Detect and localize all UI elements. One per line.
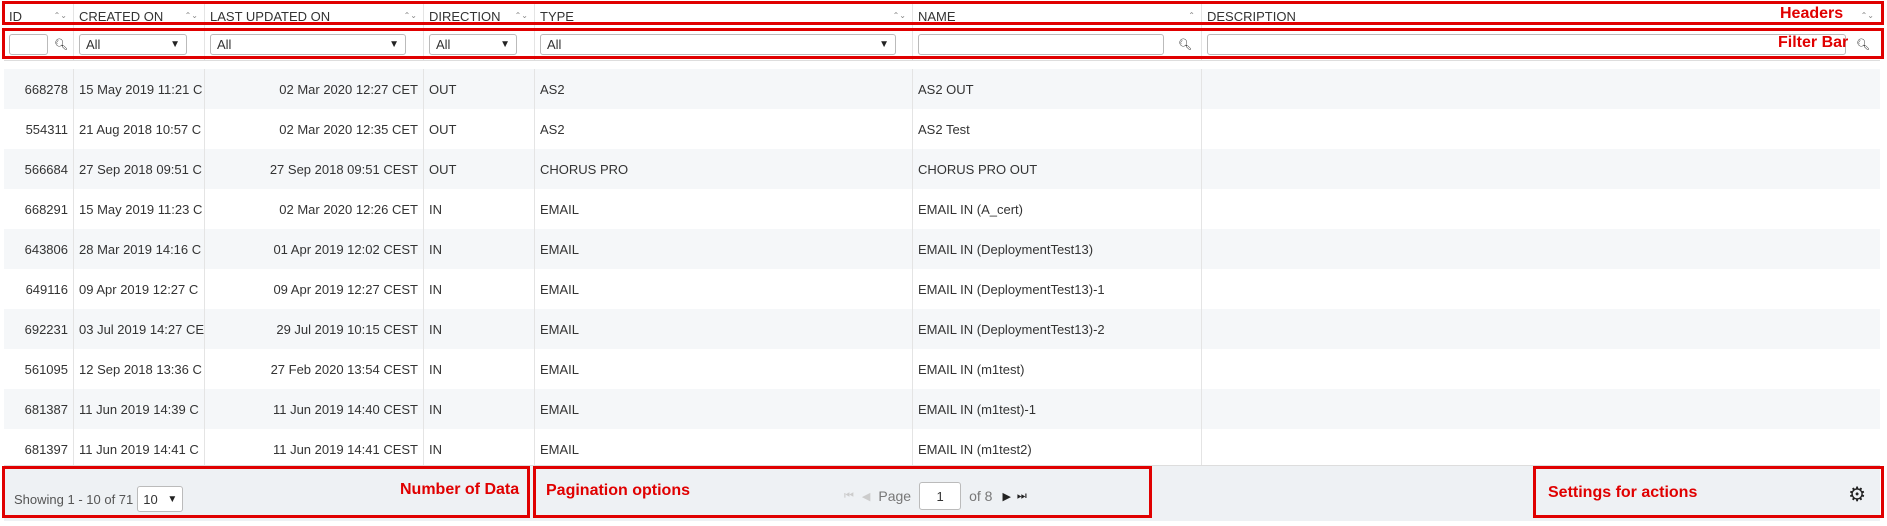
table-row[interactable]: 681387 11 Jun 2019 14:39 C 11 Jun 2019 1… [4,389,1880,429]
table-row[interactable]: 554311 21 Aug 2018 10:57 C 02 Mar 2020 1… [4,109,1880,149]
cell-direction: IN [424,389,535,429]
cell-name: AS2 Test [913,109,1202,149]
cell-id: 668278 [4,69,74,109]
cell-direction: IN [424,349,535,389]
cell-description [1202,269,1880,309]
cell-type: EMAIL [535,269,913,309]
table-row[interactable]: 681397 11 Jun 2019 14:41 C 11 Jun 2019 1… [4,429,1880,469]
cell-last-updated-on: 11 Jun 2019 14:41 CEST [205,429,424,469]
cell-type: EMAIL [535,189,913,229]
cell-id: 566684 [4,149,74,189]
cell-description [1202,109,1880,149]
data-grid: ID ⌃⌄ CREATED ON ⌃⌄ LAST UPDATED ON ⌃⌄ DIRE… [4,4,1880,469]
table-body: 668278 15 May 2019 11:21 C 02 Mar 2020 1… [4,60,1880,469]
cell-created-on: 15 May 2019 11:21 C [74,69,205,109]
table-row[interactable]: 668291 15 May 2019 11:23 C 02 Mar 2020 1… [4,189,1880,229]
cell-direction: IN [424,309,535,349]
filter-bar-annotation-box [2,28,1884,59]
cell-description [1202,69,1880,109]
cell-type: CHORUS PRO [535,149,913,189]
cell-name: EMAIL IN (m1test) [913,349,1202,389]
table-row[interactable]: 692231 03 Jul 2019 14:27 CE 29 Jul 2019 … [4,309,1880,349]
cell-last-updated-on: 09 Apr 2019 12:27 CEST [205,269,424,309]
cell-id: 681387 [4,389,74,429]
cell-description [1202,309,1880,349]
cell-description [1202,429,1880,469]
cell-created-on: 27 Sep 2018 09:51 C [74,149,205,189]
cell-description [1202,389,1880,429]
cell-name: EMAIL IN (m1test)-1 [913,389,1202,429]
cell-direction: OUT [424,109,535,149]
cell-name: CHORUS PRO OUT [913,149,1202,189]
filter-bar-annotation-label: Filter Bar [1778,34,1849,51]
cell-name: EMAIL IN (DeploymentTest13)-2 [913,309,1202,349]
cell-id: 668291 [4,189,74,229]
cell-created-on: 12 Sep 2018 13:36 C [74,349,205,389]
cell-created-on: 21 Aug 2018 10:57 C [74,109,205,149]
cell-created-on: 09 Apr 2019 12:27 C [74,269,205,309]
cell-direction: IN [424,429,535,469]
cell-type: EMAIL [535,229,913,269]
cell-id: 649116 [4,269,74,309]
cell-last-updated-on: 11 Jun 2019 14:40 CEST [205,389,424,429]
table-row[interactable]: 566684 27 Sep 2018 09:51 C 27 Sep 2018 0… [4,149,1880,189]
headers-annotation-box [2,1,1884,25]
cell-description [1202,149,1880,189]
cell-last-updated-on: 02 Mar 2020 12:26 CET [205,189,424,229]
cell-last-updated-on: 02 Mar 2020 12:35 CET [205,109,424,149]
cell-last-updated-on: 29 Jul 2019 10:15 CEST [205,309,424,349]
cell-type: EMAIL [535,309,913,349]
cell-direction: IN [424,269,535,309]
table-row[interactable]: 561095 12 Sep 2018 13:36 C 27 Feb 2020 1… [4,349,1880,389]
cell-name: EMAIL IN (A_cert) [913,189,1202,229]
number-of-data-annotation-label: Number of Data [400,481,520,498]
table-row[interactable]: 643806 28 Mar 2019 14:16 C 01 Apr 2019 1… [4,229,1880,269]
cell-direction: OUT [424,149,535,189]
cell-id: 561095 [4,349,74,389]
cell-created-on: 15 May 2019 11:23 C [74,189,205,229]
cell-name: AS2 OUT [913,69,1202,109]
cell-last-updated-on: 27 Sep 2018 09:51 CEST [205,149,424,189]
table-row[interactable]: 649116 09 Apr 2019 12:27 C 09 Apr 2019 1… [4,269,1880,309]
cell-last-updated-on: 27 Feb 2020 13:54 CEST [205,349,424,389]
cell-created-on: 11 Jun 2019 14:41 C [74,429,205,469]
cell-type: EMAIL [535,429,913,469]
cell-name: EMAIL IN (DeploymentTest13)-1 [913,269,1202,309]
pagination-annotation-label: Pagination options [546,482,690,499]
cell-id: 692231 [4,309,74,349]
cell-type: AS2 [535,109,913,149]
cell-last-updated-on: 02 Mar 2020 12:27 CET [205,69,424,109]
settings-annotation-label: Settings for actions [1548,484,1698,501]
cell-type: EMAIL [535,349,913,389]
cell-created-on: 03 Jul 2019 14:27 CE [74,309,205,349]
cell-name: EMAIL IN (DeploymentTest13) [913,229,1202,269]
cell-description [1202,229,1880,269]
cell-name: EMAIL IN (m1test2) [913,429,1202,469]
cell-type: EMAIL [535,389,913,429]
cell-direction: IN [424,229,535,269]
cell-id: 554311 [4,109,74,149]
cell-id: 681397 [4,429,74,469]
cell-created-on: 11 Jun 2019 14:39 C [74,389,205,429]
cell-id: 643806 [4,229,74,269]
cell-direction: IN [424,189,535,229]
cell-direction: OUT [424,69,535,109]
cell-created-on: 28 Mar 2019 14:16 C [74,229,205,269]
headers-annotation-label: Headers [1780,5,1844,22]
table-row[interactable]: 668278 15 May 2019 11:21 C 02 Mar 2020 1… [4,69,1880,109]
cell-description [1202,349,1880,389]
cell-description [1202,189,1880,229]
cell-last-updated-on: 01 Apr 2019 12:02 CEST [205,229,424,269]
cell-type: AS2 [535,69,913,109]
